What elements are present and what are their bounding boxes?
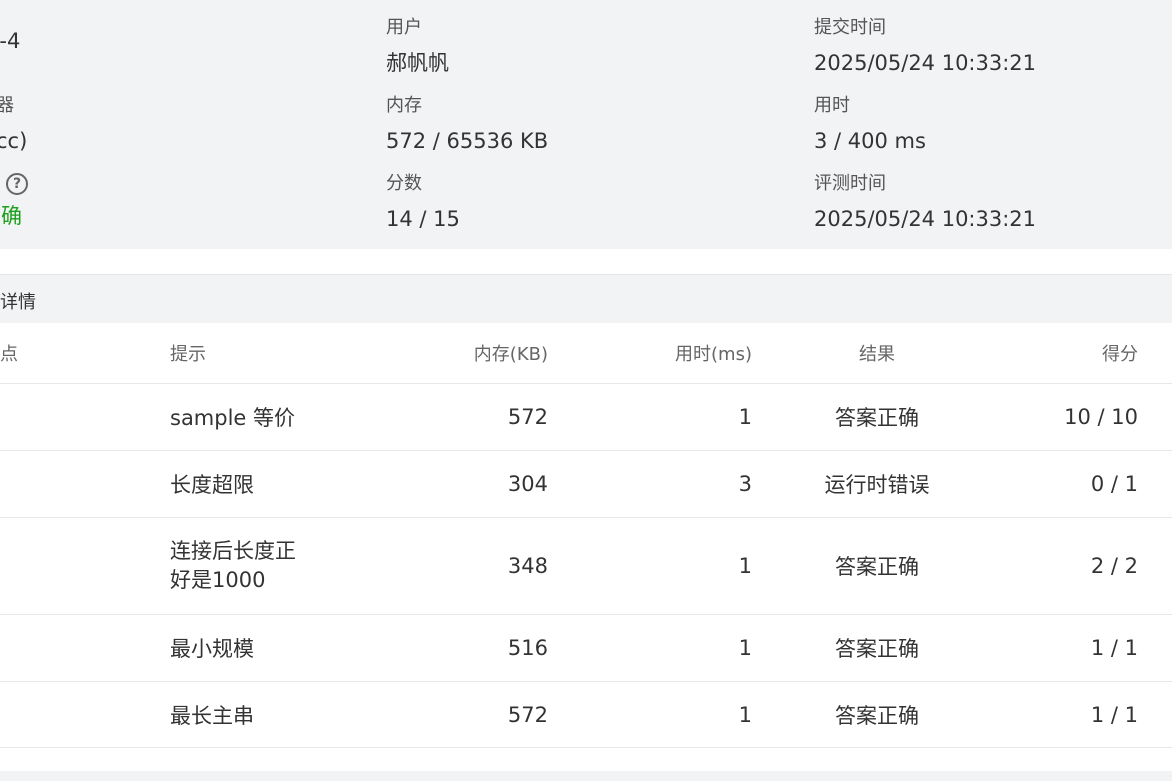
case-id xyxy=(0,614,150,682)
case-memory: 304 xyxy=(390,450,548,518)
submit-time-label: 提交时间 xyxy=(814,17,886,38)
test-case-table: 点 提示 内存(KB) 用时(ms) 结果 得分 sample 等价 572 1… xyxy=(0,322,1172,748)
case-result: 答案正确 xyxy=(752,383,1002,451)
case-time: 1 xyxy=(548,517,752,615)
time-used-label: 用时 xyxy=(814,95,850,116)
case-memory: 348 xyxy=(390,517,548,615)
test-details-header: 详情 xyxy=(0,274,1172,323)
case-score: 10 / 10 xyxy=(1002,383,1172,451)
case-time: 1 xyxy=(548,614,752,682)
col-header-score: 得分 xyxy=(1002,322,1172,384)
case-hint-line1: 连接后长度正 xyxy=(170,539,296,563)
case-result: 答案正确 xyxy=(752,614,1002,682)
user-label: 用户 xyxy=(386,17,422,38)
case-hint: 长度超限 xyxy=(150,450,390,518)
col-header-id: 点 xyxy=(0,322,150,384)
case-score: 1 / 1 xyxy=(1002,614,1172,682)
problem-value[interactable]: 4-4 xyxy=(0,28,20,54)
user-value[interactable]: 郝帆帆 xyxy=(386,50,449,76)
memory-label: 内存 xyxy=(386,95,422,116)
compiler-field: 器 cc) xyxy=(0,95,27,154)
case-hint: 最长主串 xyxy=(150,681,390,748)
col-header-result: 结果 xyxy=(752,322,1002,384)
status-value: 正确 xyxy=(0,204,22,228)
case-score: 1 / 1 xyxy=(1002,681,1172,748)
case-id xyxy=(0,450,150,518)
time-used-value: 3 / 400 ms xyxy=(814,129,926,153)
table-row: sample 等价 572 1 答案正确 10 / 10 xyxy=(0,383,1172,451)
compiler-value: cc) xyxy=(0,129,28,153)
case-score: 2 / 2 xyxy=(1002,517,1172,615)
table-row: 最小规模 516 1 答案正确 1 / 1 xyxy=(0,614,1172,682)
col-header-hint: 提示 xyxy=(150,322,390,384)
case-time: 1 xyxy=(548,383,752,451)
help-icon[interactable]: ? xyxy=(6,173,28,195)
case-memory: 572 xyxy=(390,383,548,451)
next-section-edge xyxy=(0,771,1172,781)
case-result: 答案正确 xyxy=(752,681,1002,748)
case-time: 1 xyxy=(548,681,752,748)
case-hint: sample 等价 xyxy=(150,383,390,451)
case-hint-line2: 好是1000 xyxy=(170,568,266,592)
judge-time-label: 评测时间 xyxy=(814,173,886,194)
submit-time-field: 提交时间 2025/05/24 10:33:21 xyxy=(814,17,1036,76)
case-id xyxy=(0,681,150,748)
table-header-row: 点 提示 内存(KB) 用时(ms) 结果 得分 xyxy=(0,322,1172,384)
table-row: 长度超限 304 3 运行时错误 0 / 1 xyxy=(0,450,1172,518)
memory-field: 内存 572 / 65536 KB xyxy=(386,95,548,154)
problem-field: 4-4 xyxy=(0,17,20,54)
case-id xyxy=(0,517,150,615)
judge-time-field: 评测时间 2025/05/24 10:33:21 xyxy=(814,173,1036,232)
score-value: 14 / 15 xyxy=(386,207,460,231)
case-result: 运行时错误 xyxy=(752,450,1002,518)
score-label: 分数 xyxy=(386,173,422,194)
user-field: 用户 郝帆帆 xyxy=(386,17,449,76)
judge-time-value: 2025/05/24 10:33:21 xyxy=(814,207,1037,231)
status-field: ? 正确 xyxy=(0,173,28,229)
col-header-memory: 内存(KB) xyxy=(390,322,548,384)
score-field: 分数 14 / 15 xyxy=(386,173,460,232)
compiler-label: 器 xyxy=(0,95,14,116)
status-label: ? xyxy=(0,173,28,195)
table-row: 最长主串 572 1 答案正确 1 / 1 xyxy=(0,681,1172,748)
case-hint: 最小规模 xyxy=(150,614,390,682)
case-memory: 516 xyxy=(390,614,548,682)
memory-value: 572 / 65536 KB xyxy=(386,129,549,153)
case-id xyxy=(0,383,150,451)
col-header-time: 用时(ms) xyxy=(548,322,752,384)
case-hint: 连接后长度正 好是1000 xyxy=(150,517,390,615)
section-title: 详情 xyxy=(0,292,36,313)
case-memory: 572 xyxy=(390,681,548,748)
case-time: 3 xyxy=(548,450,752,518)
case-result: 答案正确 xyxy=(752,517,1002,615)
case-score: 0 / 1 xyxy=(1002,450,1172,518)
submit-time-value: 2025/05/24 10:33:21 xyxy=(814,51,1037,75)
submission-info-panel: 4-4 器 cc) ? 正确 用户 郝帆帆 内存 572 / 65536 KB … xyxy=(0,0,1172,249)
table-row: 连接后长度正 好是1000 348 1 答案正确 2 / 2 xyxy=(0,517,1172,615)
time-used-field: 用时 3 / 400 ms xyxy=(814,95,926,154)
